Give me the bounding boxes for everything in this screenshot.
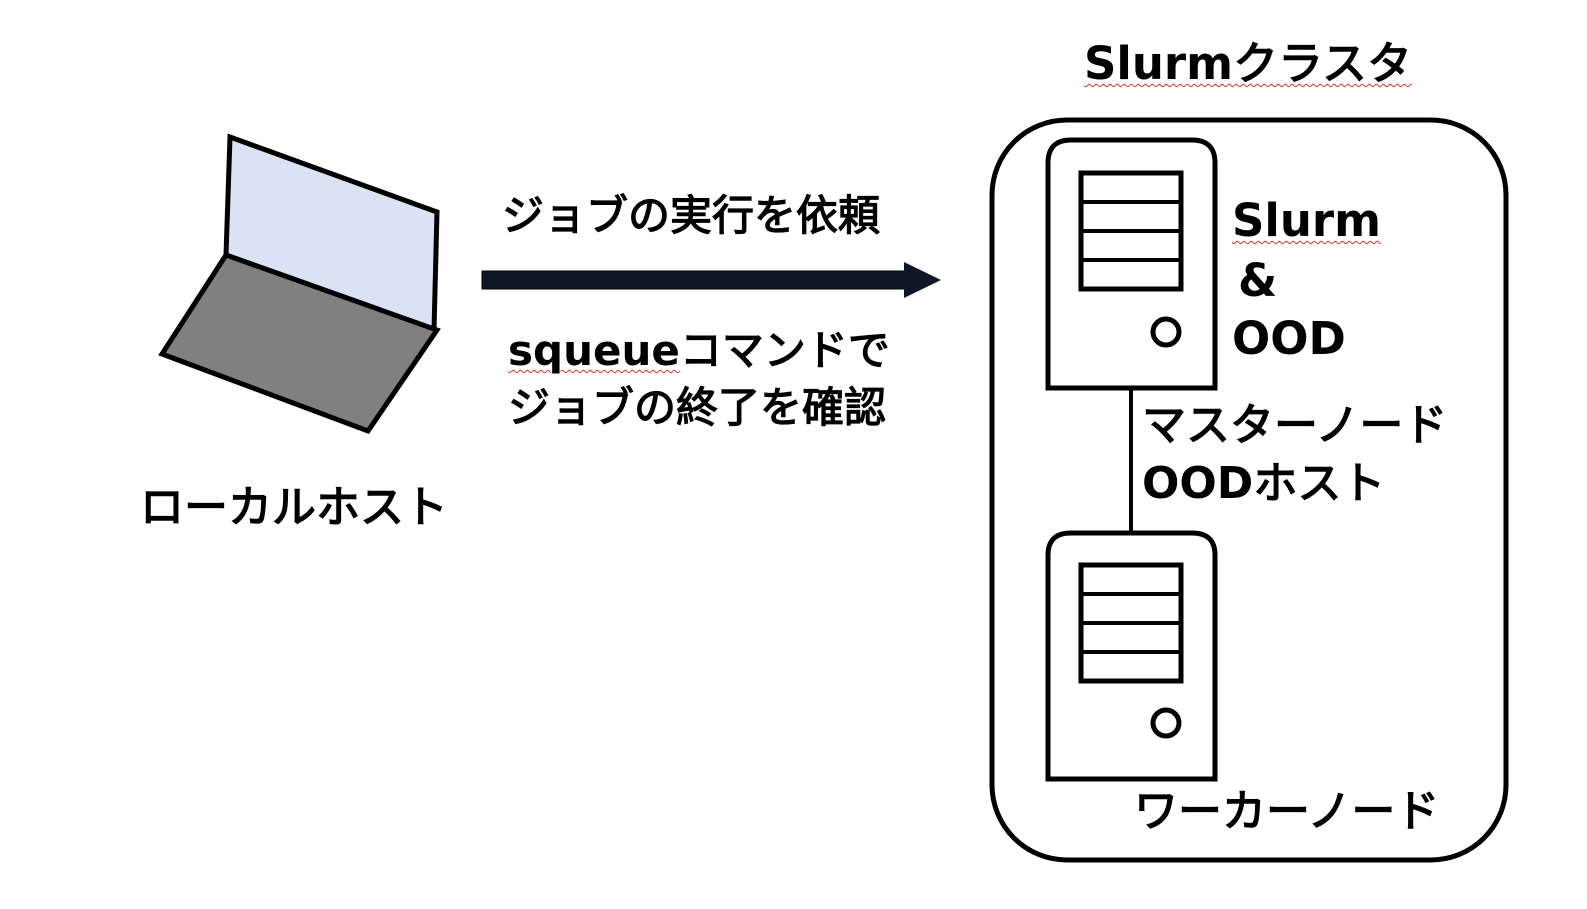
ood-host-label: OODホスト [1142,458,1386,509]
master-server-label-slurm-text: Slurm [1232,194,1381,247]
cluster-title: Slurmクラスタ [1084,41,1412,86]
right-arrow-icon [481,262,941,298]
master-server-label-slurm: Slurm [1232,198,1381,243]
master-server-label-ampersand: & [1238,254,1278,307]
check-label-line-1: squeueコマンドで [508,330,890,372]
master-server-label-ood: OOD [1232,312,1346,365]
master-node-label: マスターノード [1142,400,1448,451]
worker-node-label: ワーカーノード [1134,786,1440,837]
diagram-canvas [158,117,1509,863]
cluster-title-text: Slurmクラスタ [1084,37,1413,90]
request-label: ジョブの実行を依頼 [502,191,881,240]
squeue-command: squeue [508,326,680,375]
check-label-line-1-rest: コマンドで [679,326,890,375]
arrow-shaft [481,270,908,290]
master-server-body [1045,137,1218,391]
worker-server-body [1045,530,1218,782]
check-label-line-2: ジョブの終了を確認 [508,383,887,432]
arrow-head [904,262,941,298]
localhost-label: ローカルホスト [140,482,448,533]
laptop-icon [158,133,441,435]
master-server-icon [1045,137,1218,391]
worker-server-icon [1045,530,1218,782]
